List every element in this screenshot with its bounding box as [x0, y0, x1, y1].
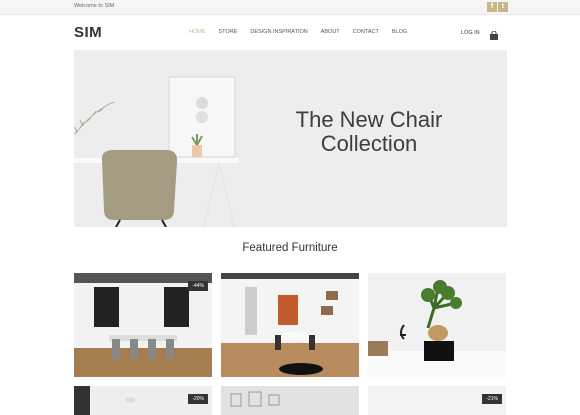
- nav-contact[interactable]: CONTACT: [353, 29, 379, 35]
- nav-design-inspiration[interactable]: DESIGN INSPIRATION: [250, 29, 307, 35]
- product-card[interactable]: -20%: [74, 386, 212, 415]
- hero-banner[interactable]: The New Chair Collection: [74, 50, 507, 227]
- facebook-icon[interactable]: f: [487, 2, 497, 12]
- discount-badge: -20%: [188, 394, 208, 404]
- login-link[interactable]: LOG IN: [461, 30, 480, 36]
- discount-badge: -44%: [188, 281, 208, 291]
- product-card[interactable]: [221, 386, 359, 415]
- featured-title: Featured Furniture: [242, 242, 338, 254]
- nav-blog[interactable]: BLOG: [392, 29, 407, 35]
- nav-about[interactable]: ABOUT: [321, 29, 340, 35]
- main-nav: HOME STORE DESIGN INSPIRATION ABOUT CONT…: [189, 29, 420, 35]
- product-image: [368, 273, 506, 377]
- product-card[interactable]: -44%: [74, 273, 212, 377]
- welcome-text: Welcome to SIM: [74, 3, 115, 9]
- shopping-bag-icon[interactable]: [489, 27, 499, 45]
- site-logo[interactable]: SIM: [74, 24, 102, 41]
- product-image: [221, 386, 359, 415]
- product-card[interactable]: [368, 273, 506, 377]
- discount-badge: -21%: [482, 394, 502, 404]
- nav-home[interactable]: HOME: [189, 29, 206, 35]
- twitter-icon[interactable]: t: [498, 2, 508, 12]
- nav-store[interactable]: STORE: [219, 29, 238, 35]
- product-card[interactable]: -21%: [368, 386, 506, 415]
- product-card[interactable]: [221, 273, 359, 377]
- hero-title: The New Chair Collection: [295, 107, 443, 156]
- top-bar: Welcome to SIM f t: [0, 0, 580, 15]
- product-image: [221, 273, 359, 377]
